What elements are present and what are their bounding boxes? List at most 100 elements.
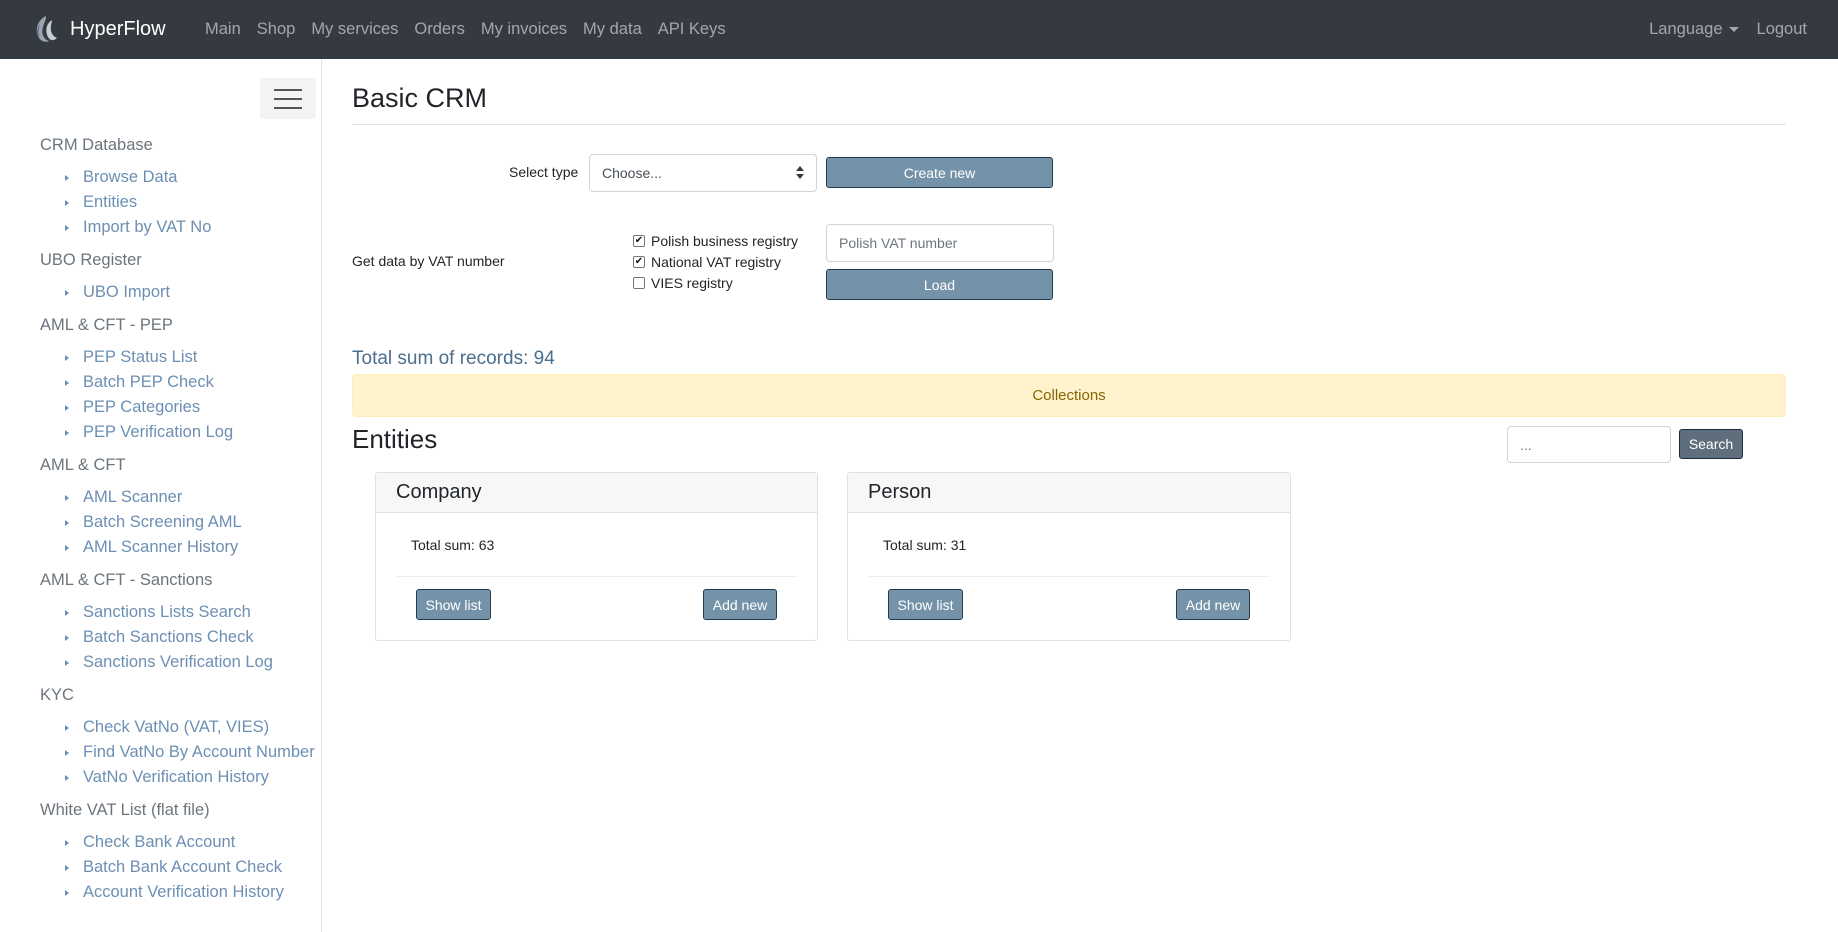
sidebar-group-title: White VAT List (flat file) — [40, 801, 210, 819]
sidebar-item[interactable]: Account Verification History — [40, 880, 322, 905]
sidebar-item-label: Check Bank Account — [83, 833, 236, 851]
sidebar-item-label: Import by VAT No — [83, 218, 212, 236]
sidebar-group-title: KYC — [40, 686, 74, 704]
top-navbar: HyperFlow Main Shop My services Orders M… — [0, 0, 1838, 59]
card-title: Person — [848, 473, 1290, 513]
type-select-value: Choose... — [602, 165, 662, 181]
sidebar-item-label: Batch Screening AML — [83, 513, 242, 531]
sidebar-item-label: Check VatNo (VAT, VIES) — [83, 718, 270, 736]
sidebar-group-title: AML & CFT - PEP — [40, 316, 173, 334]
sidebar-item[interactable]: Sanctions Verification Log — [40, 650, 322, 675]
nav-orders[interactable]: Orders — [414, 20, 464, 39]
nav-right: Language Logout — [1631, 0, 1807, 59]
sidebar-item[interactable]: Batch Sanctions Check — [40, 625, 322, 650]
load-button[interactable]: Load — [826, 269, 1053, 300]
caret-right-icon — [65, 659, 69, 666]
sidebar-item[interactable]: Check Bank Account — [40, 830, 322, 855]
brand-name: HyperFlow — [70, 17, 166, 40]
sidebar-item[interactable]: Batch Bank Account Check — [40, 855, 322, 880]
sidebar-item-label: Batch Bank Account Check — [83, 858, 283, 876]
nav-my-services[interactable]: My services — [311, 20, 398, 39]
sidebar-group-title: UBO Register — [40, 251, 142, 269]
create-new-button[interactable]: Create new — [826, 157, 1053, 188]
entity-card-person: Person Total sum: 31 Show list Add new — [847, 472, 1291, 641]
sidebar-item[interactable]: Entities — [40, 190, 322, 215]
sidebar-item-label: AML Scanner — [83, 488, 183, 506]
sidebar-item[interactable]: UBO Import — [40, 280, 322, 305]
language-label: Language — [1649, 20, 1723, 38]
hamburger-icon-line — [274, 88, 302, 91]
sidebar-item[interactable]: AML Scanner — [40, 485, 322, 510]
caret-right-icon — [65, 889, 69, 896]
entities-heading: Entities — [352, 424, 438, 454]
add-new-button[interactable]: Add new — [1176, 589, 1250, 620]
card-total: Total sum: 63 — [411, 537, 495, 553]
sidebar-item[interactable]: PEP Verification Log — [40, 420, 322, 445]
search-button[interactable]: Search — [1679, 429, 1743, 459]
caret-right-icon — [65, 544, 69, 551]
checkbox-checked-icon[interactable]: ✔ — [633, 256, 645, 268]
sidebar-item[interactable]: Browse Data — [40, 165, 322, 190]
sidebar-item[interactable]: PEP Categories — [40, 395, 322, 420]
sidebar-group: AML & CFT - Sanctions Sanctions Lists Sea… — [40, 568, 322, 675]
sidebar-item[interactable]: Find VatNo By Account Number — [40, 740, 322, 765]
type-select[interactable]: Choose... — [589, 154, 817, 192]
check-label: VIES registry — [651, 275, 733, 291]
check-polish-business-registry[interactable]: ✔ Polish business registry — [633, 233, 798, 249]
sidebar-item-label: Batch PEP Check — [83, 373, 214, 391]
sidebar-item-label: Account Verification History — [83, 883, 284, 901]
caret-right-icon — [65, 774, 69, 781]
card-title: Company — [376, 473, 817, 513]
sidebar-item[interactable]: Batch PEP Check — [40, 370, 322, 395]
sidebar-item-label: UBO Import — [83, 283, 171, 301]
divider — [868, 576, 1270, 577]
show-list-button[interactable]: Show list — [416, 589, 491, 620]
sidebar-group: CRM Database Browse Data Entities Import by… — [40, 133, 322, 240]
sidebar-item[interactable]: Batch Screening AML — [40, 510, 322, 535]
add-new-button[interactable]: Add new — [703, 589, 777, 620]
logout-link[interactable]: Logout — [1757, 20, 1807, 39]
nav-shop[interactable]: Shop — [257, 20, 296, 39]
caret-right-icon — [65, 519, 69, 526]
select-type-label: Select type — [509, 164, 579, 180]
sidebar-item[interactable]: Sanctions Lists Search — [40, 600, 322, 625]
vat-number-input[interactable]: Polish VAT number — [826, 224, 1054, 262]
brand[interactable]: HyperFlow — [32, 14, 166, 44]
sidebar-item[interactable]: Check VatNo (VAT, VIES) — [40, 715, 322, 740]
caret-right-icon — [65, 379, 69, 386]
caret-right-icon — [65, 404, 69, 411]
sidebar-item[interactable]: AML Scanner History — [40, 535, 322, 560]
check-vies-registry[interactable]: VIES registry — [633, 275, 733, 291]
caret-right-icon — [65, 609, 69, 616]
sidebar-item-label: PEP Verification Log — [83, 423, 234, 441]
nav-my-invoices[interactable]: My invoices — [481, 20, 567, 39]
show-list-button[interactable]: Show list — [888, 589, 963, 620]
language-dropdown[interactable]: Language — [1649, 20, 1739, 39]
search-input[interactable]: ... — [1507, 426, 1671, 463]
sidebar-item-label: PEP Categories — [83, 398, 201, 416]
nav-main[interactable]: Main — [205, 20, 241, 39]
check-national-vat-registry[interactable]: ✔ National VAT registry — [633, 254, 781, 270]
sidebar-item[interactable]: VatNo Verification History — [40, 765, 322, 790]
sidebar-item-label: Find VatNo By Account Number — [83, 743, 315, 761]
checkbox-checked-icon[interactable]: ✔ — [633, 235, 645, 247]
sidebar-toggle-button[interactable] — [260, 78, 316, 119]
sidebar-group: UBO Register UBO Import — [40, 248, 322, 305]
caret-right-icon — [65, 174, 69, 181]
sidebar-item[interactable]: PEP Status List — [40, 345, 322, 370]
sidebar-item-label: Sanctions Verification Log — [83, 653, 273, 671]
sidebar-group: White VAT List (flat file) Check Bank Acc… — [40, 798, 322, 905]
sidebar-item-label: Browse Data — [83, 168, 178, 186]
caret-right-icon — [65, 864, 69, 871]
sidebar-item[interactable]: Import by VAT No — [40, 215, 322, 240]
sidebar-group-title: CRM Database — [40, 136, 153, 154]
sidebar-nav: CRM Database Browse Data Entities Import by… — [40, 133, 322, 913]
caret-right-icon — [65, 634, 69, 641]
checkbox-unchecked-icon[interactable] — [633, 277, 645, 289]
select-arrows-icon — [796, 166, 804, 179]
nav-api-keys[interactable]: API Keys — [658, 20, 726, 39]
sidebar-group: AML & CFT AML Scanner Batch Screening AML A… — [40, 453, 322, 560]
nav-my-data[interactable]: My data — [583, 20, 642, 39]
vat-lookup-label: Get data by VAT number — [352, 253, 505, 269]
card-total: Total sum: 31 — [883, 537, 967, 553]
